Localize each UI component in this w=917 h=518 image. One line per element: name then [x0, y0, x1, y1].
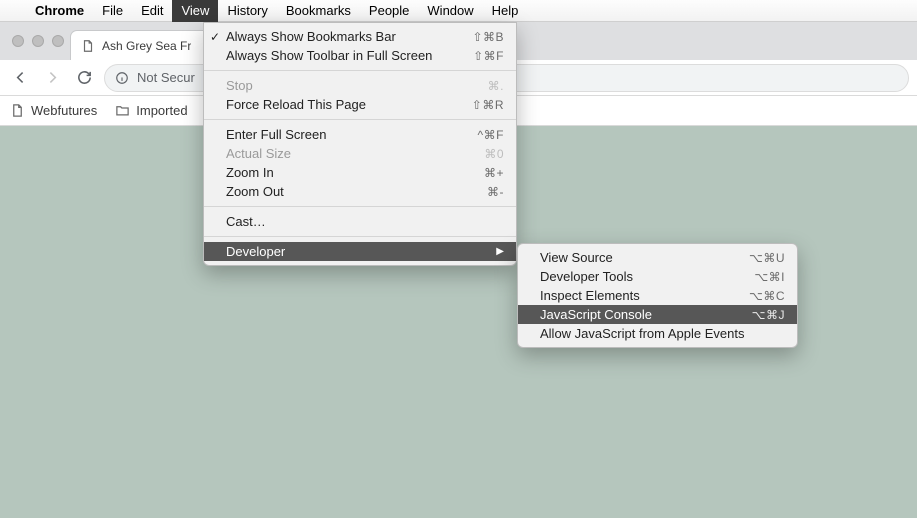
- menu-separator: [204, 70, 516, 71]
- menu-item-javascript-console[interactable]: JavaScript Console ⌥⌘J: [518, 305, 797, 324]
- view-menu: ✓ Always Show Bookmarks Bar ⇧⌘B Always S…: [203, 22, 517, 266]
- menu-shortcut: ⌘+: [484, 166, 504, 180]
- page-icon: [81, 39, 95, 53]
- menubar-edit[interactable]: Edit: [132, 0, 172, 22]
- bookmark-label: Imported: [136, 103, 187, 118]
- menu-item-force-reload[interactable]: Force Reload This Page ⇧⌘R: [204, 95, 516, 114]
- menu-item-label: Always Show Bookmarks Bar: [226, 29, 472, 44]
- menu-separator: [204, 119, 516, 120]
- menu-item-view-source[interactable]: View Source ⌥⌘U: [518, 248, 797, 267]
- menu-shortcut: ⌥⌘U: [749, 251, 785, 265]
- menubar-view[interactable]: View: [172, 0, 218, 22]
- menu-item-enter-fullscreen[interactable]: Enter Full Screen ^⌘F: [204, 125, 516, 144]
- menu-item-developer-tools[interactable]: Developer Tools ⌥⌘I: [518, 267, 797, 286]
- traffic-min-icon[interactable]: [32, 35, 44, 47]
- menu-item-label: Inspect Elements: [540, 288, 749, 303]
- menu-shortcut: ⌘.: [488, 79, 504, 93]
- menu-item-label: Zoom In: [226, 165, 484, 180]
- browser-tab[interactable]: Ash Grey Sea Fr: [70, 30, 220, 60]
- bookmark-webfutures[interactable]: Webfutures: [10, 103, 97, 118]
- folder-icon: [115, 103, 130, 118]
- menu-item-developer[interactable]: Developer ▶: [204, 242, 516, 261]
- menu-item-label: Zoom Out: [226, 184, 487, 199]
- menu-shortcut: ⌥⌘C: [749, 289, 785, 303]
- menu-item-label: Developer Tools: [540, 269, 754, 284]
- menu-item-label: Actual Size: [226, 146, 484, 161]
- menu-shortcut: ⌘-: [487, 185, 504, 199]
- menu-item-zoom-out[interactable]: Zoom Out ⌘-: [204, 182, 516, 201]
- bookmark-imported[interactable]: Imported: [115, 103, 187, 118]
- menu-item-inspect-elements[interactable]: Inspect Elements ⌥⌘C: [518, 286, 797, 305]
- menu-item-label: Developer: [226, 244, 496, 259]
- menubar-bookmarks[interactable]: Bookmarks: [277, 0, 360, 22]
- menu-item-label: Always Show Toolbar in Full Screen: [226, 48, 473, 63]
- traffic-close-icon[interactable]: [12, 35, 24, 47]
- bookmark-label: Webfutures: [31, 103, 97, 118]
- menu-item-label: Allow JavaScript from Apple Events: [540, 326, 785, 341]
- menu-item-label: Force Reload This Page: [226, 97, 472, 112]
- menu-item-label: JavaScript Console: [540, 307, 752, 322]
- menubar-window[interactable]: Window: [418, 0, 482, 22]
- check-icon: ✓: [210, 30, 220, 44]
- reload-button[interactable]: [72, 66, 96, 90]
- menubar-history[interactable]: History: [218, 0, 276, 22]
- menu-shortcut: ⇧⌘B: [472, 30, 504, 44]
- menu-item-always-show-bookmarks[interactable]: ✓ Always Show Bookmarks Bar ⇧⌘B: [204, 27, 516, 46]
- menu-shortcut: ⌥⌘I: [754, 270, 785, 284]
- forward-button[interactable]: [40, 66, 64, 90]
- menubar-file[interactable]: File: [93, 0, 132, 22]
- page-icon: [10, 103, 25, 118]
- menubar-people[interactable]: People: [360, 0, 418, 22]
- menu-shortcut: ⌘0: [484, 147, 504, 161]
- traffic-max-icon[interactable]: [52, 35, 64, 47]
- menu-item-always-show-toolbar-fs[interactable]: Always Show Toolbar in Full Screen ⇧⌘F: [204, 46, 516, 65]
- menu-shortcut: ^⌘F: [478, 128, 504, 142]
- mac-menubar: Chrome File Edit View History Bookmarks …: [0, 0, 917, 22]
- menu-item-label: View Source: [540, 250, 749, 265]
- back-button[interactable]: [8, 66, 32, 90]
- menu-separator: [204, 206, 516, 207]
- menu-item-zoom-in[interactable]: Zoom In ⌘+: [204, 163, 516, 182]
- developer-submenu: View Source ⌥⌘U Developer Tools ⌥⌘I Insp…: [517, 243, 798, 348]
- menu-item-cast[interactable]: Cast…: [204, 212, 516, 231]
- menu-shortcut: ⇧⌘F: [473, 49, 504, 63]
- window-traffic-lights[interactable]: [8, 22, 70, 60]
- menu-separator: [204, 236, 516, 237]
- submenu-arrow-icon: ▶: [496, 246, 504, 257]
- menu-shortcut: ⇧⌘R: [472, 98, 504, 112]
- menu-item-label: Stop: [226, 78, 488, 93]
- menu-item-stop: Stop ⌘.: [204, 76, 516, 95]
- menu-shortcut: ⌥⌘J: [752, 308, 785, 322]
- security-label: Not Secur: [137, 70, 195, 85]
- menu-item-allow-js-apple-events[interactable]: Allow JavaScript from Apple Events: [518, 324, 797, 343]
- menu-item-label: Cast…: [226, 214, 504, 229]
- menu-item-actual-size: Actual Size ⌘0: [204, 144, 516, 163]
- menubar-help[interactable]: Help: [483, 0, 528, 22]
- info-icon[interactable]: [115, 71, 129, 85]
- menu-item-label: Enter Full Screen: [226, 127, 478, 142]
- tab-title: Ash Grey Sea Fr: [102, 39, 191, 53]
- menubar-app[interactable]: Chrome: [26, 0, 93, 22]
